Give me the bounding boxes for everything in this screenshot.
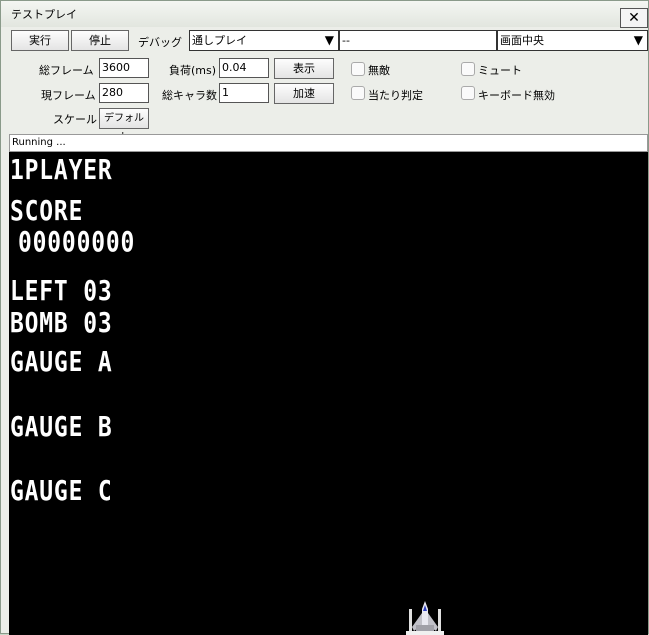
- player-label: 1PLAYER: [10, 153, 113, 186]
- total-chars-field: 1: [219, 83, 269, 103]
- test-play-window: テストプレイ ✕ 実行 停止 デバッグ 通しプレイ ▼ -- 画面中央 ▼ 総フ…: [0, 0, 649, 635]
- status-bar: Running ...: [9, 134, 648, 152]
- close-button[interactable]: ✕: [620, 8, 648, 28]
- chevron-down-icon: ▼: [324, 33, 334, 47]
- player-ship-icon: [406, 601, 444, 635]
- mute-label: ミュート: [478, 64, 522, 77]
- stage-value: --: [342, 34, 350, 47]
- score-value: 00000000: [18, 225, 136, 258]
- stage-select[interactable]: --: [339, 30, 497, 51]
- play-mode-value: 通しプレイ: [192, 34, 247, 47]
- stop-button[interactable]: 停止: [71, 30, 129, 51]
- total-frames-label: 総フレーム: [39, 64, 94, 77]
- scale-label: スケール: [53, 113, 97, 126]
- title-bar: テストプレイ: [1, 1, 648, 27]
- speed-button[interactable]: 加速: [274, 83, 334, 104]
- total-chars-label: 総キャラ数: [162, 89, 217, 102]
- hitbox-label: 当たり判定: [368, 89, 423, 102]
- current-frame-field: 280: [99, 83, 149, 103]
- invincible-checkbox[interactable]: [351, 62, 365, 76]
- debug-label[interactable]: デバッグ: [138, 34, 182, 50]
- show-button[interactable]: 表示: [274, 58, 334, 79]
- disable-keyboard-label: キーボード無効: [478, 89, 555, 102]
- chevron-down-icon: ▼: [633, 33, 643, 47]
- scale-default-button[interactable]: デフォルト: [99, 108, 149, 143]
- lives-counter: LEFT 03: [10, 274, 113, 307]
- view-position-value: 画面中央: [500, 34, 544, 47]
- gauge-a-label: GAUGE A: [10, 345, 113, 378]
- window-title: テストプレイ: [11, 8, 77, 21]
- current-frame-label: 現フレーム: [41, 89, 96, 102]
- bomb-counter: BOMB 03: [10, 306, 113, 339]
- load-label: 負荷(ms): [169, 64, 217, 77]
- view-position-select[interactable]: 画面中央 ▼: [497, 30, 648, 51]
- invincible-label: 無敵: [368, 64, 390, 77]
- run-button[interactable]: 実行: [11, 30, 69, 51]
- gauge-c-label: GAUGE C: [10, 474, 113, 507]
- gauge-b-label: GAUGE B: [10, 410, 113, 443]
- score-label: SCORE: [10, 194, 84, 227]
- load-field: 0.04: [219, 58, 269, 78]
- game-screen[interactable]: 1PLAYER SCORE 00000000 LEFT 03 BOMB 03 G…: [9, 152, 648, 635]
- mute-checkbox[interactable]: [461, 62, 475, 76]
- total-frames-field[interactable]: 3600: [99, 58, 149, 78]
- disable-keyboard-checkbox[interactable]: [461, 86, 475, 100]
- hitbox-checkbox[interactable]: [351, 86, 365, 100]
- play-mode-select[interactable]: 通しプレイ ▼: [189, 30, 339, 51]
